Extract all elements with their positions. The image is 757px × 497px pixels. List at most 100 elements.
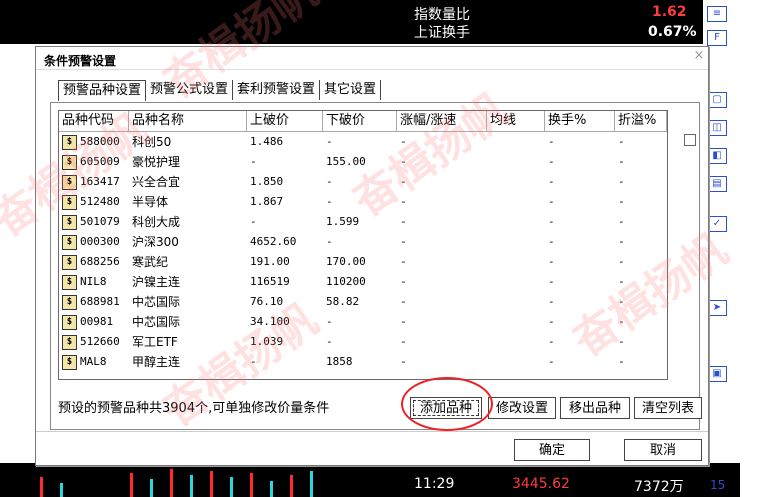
cell-lower: 155.00 [326, 155, 366, 168]
modify-settings-button[interactable]: 修改设置 [488, 397, 556, 419]
stock-icon: $ [62, 335, 77, 350]
cell-ma [487, 332, 490, 352]
option-checkbox[interactable] [684, 134, 696, 146]
tab-arbitrage-settings[interactable]: 套利预警设置 [233, 80, 321, 100]
cell-premium: - [618, 135, 625, 148]
stock-icon: $ [62, 315, 77, 330]
cell-lower: - [326, 175, 333, 188]
column-header-change[interactable]: 涨幅/涨速 [397, 111, 487, 131]
cell-code: $605009 [59, 152, 120, 172]
cell-ma [487, 172, 490, 192]
column-header-lower-price[interactable]: 下破价 [323, 111, 397, 131]
column-header-name[interactable]: 品种名称 [129, 111, 247, 131]
cell-change: - [400, 175, 407, 188]
cell-code: $688256 [59, 252, 120, 272]
toolbar-f10-icon[interactable]: F [707, 30, 727, 46]
cell-change: - [400, 215, 407, 228]
remove-symbol-button[interactable]: 移出品种 [560, 397, 630, 419]
cell-premium: - [618, 275, 625, 288]
cell-turnover: - [548, 195, 555, 208]
cell-turnover: - [548, 315, 555, 328]
tab-formula-settings[interactable]: 预警公式设置 [146, 80, 234, 100]
volume-bar [310, 471, 313, 497]
cell-code: $588000 [59, 132, 120, 152]
column-header-upper-price[interactable]: 上破价 [247, 111, 323, 131]
ticker-label-turnover: 上证换手 [414, 25, 470, 41]
cell-name: 豪悦护理 [132, 155, 181, 169]
tab-other-settings[interactable]: 其它设置 [320, 80, 382, 100]
list-scrollbar[interactable] [667, 110, 683, 378]
table-row[interactable]: $512660 军工ETF 1.039 - - - - [59, 332, 667, 352]
cell-ma [487, 232, 490, 252]
table-row[interactable]: $ MAL8 甲醇主连 - 1858 - - - [59, 352, 667, 372]
cell-ma [487, 152, 490, 172]
cell-upper: 1.486 [250, 135, 284, 148]
cell-code: $ NIL8 [59, 272, 107, 292]
table-row[interactable]: $163417 兴全合宜 1.850 - - - - [59, 172, 667, 192]
close-icon[interactable]: × [692, 49, 706, 63]
cancel-button[interactable]: 取消 [624, 439, 702, 461]
symbol-list[interactable]: 品种代码 品种名称 上破价 下破价 涨幅/涨速 均线 换手% 折溢% $5880… [58, 110, 668, 380]
bottom-time: 11:29 [414, 476, 455, 492]
cell-turnover: - [548, 335, 555, 348]
table-row[interactable]: $588000 科创50 1.486 - - - - [59, 132, 667, 152]
cell-ma [487, 212, 490, 232]
toolbar-arrow-icon[interactable]: ➤ [707, 300, 727, 316]
cell-premium: - [618, 255, 625, 268]
table-row[interactable]: $605009 豪悦护理 - 155.00 - - - [59, 152, 667, 172]
cell-ma [487, 252, 490, 272]
stock-icon: $ [62, 215, 77, 230]
cell-change: - [400, 275, 407, 288]
cell-change: - [400, 235, 407, 248]
cell-upper: 1.039 [250, 335, 284, 348]
table-row[interactable]: $000300 沪深300 4652.60 - - - - [59, 232, 667, 252]
table-row[interactable]: $501079 科创大成 - 1.599 - - - [59, 212, 667, 232]
toolbar-check-icon[interactable]: ✓ [707, 216, 727, 232]
toolbar-grid-icon[interactable]: ▤ [707, 176, 727, 192]
cell-name: 中芯国际 [132, 315, 181, 329]
cell-change: - [400, 255, 407, 268]
volume-bar [150, 479, 153, 497]
cell-lower: 170.00 [326, 255, 366, 268]
cell-ma [487, 312, 490, 332]
toolbar-chart-icon[interactable]: ◧ [707, 148, 727, 164]
cell-code: $ MAL8 [59, 352, 107, 372]
cell-turnover: - [548, 295, 555, 308]
tab-symbol-settings[interactable]: 预警品种设置 [58, 80, 147, 101]
table-row[interactable]: $512480 半导体 1.867 - - - - [59, 192, 667, 212]
cell-change: - [400, 335, 407, 348]
stock-icon: $ [62, 195, 77, 210]
column-header-turnover[interactable]: 换手% [545, 111, 615, 131]
stock-icon: $ [62, 175, 77, 190]
cell-upper: 1.850 [250, 175, 284, 188]
bottom-index-value: 3445.62 [512, 476, 570, 492]
cell-turnover: - [548, 215, 555, 228]
table-row[interactable]: $688256 寒武纪 191.00 170.00 - - - [59, 252, 667, 272]
list-header: 品种代码 品种名称 上破价 下破价 涨幅/涨速 均线 换手% 折溢% [59, 111, 667, 132]
stock-icon: $ [62, 355, 77, 370]
table-row[interactable]: $688981 中芯国际 76.10 58.82 - - - [59, 292, 667, 312]
cell-turnover: - [548, 255, 555, 268]
toolbar-zoom-icon[interactable]: ◫ [707, 120, 727, 136]
ticker-value-turnover: 0.67% [648, 24, 697, 40]
footer-divider [36, 431, 708, 432]
ok-button[interactable]: 确定 [514, 439, 590, 461]
column-header-code[interactable]: 品种代码 [59, 111, 129, 131]
cell-code: $163417 [59, 172, 120, 192]
cell-change: - [400, 295, 407, 308]
alert-settings-dialog: 条件预警设置 × 预警品种设置 预警公式设置 套利预警设置 其它设置 品种代码 … [35, 46, 709, 466]
column-header-ma[interactable]: 均线 [487, 111, 545, 131]
clear-list-button[interactable]: 清空列表 [634, 397, 702, 419]
cell-change: - [400, 195, 407, 208]
table-row[interactable]: $00981 中芯国际 34.100 - - - - [59, 312, 667, 332]
toolbar-list-icon[interactable]: ≡ [707, 6, 727, 22]
cell-ma [487, 192, 490, 212]
stock-icon: $ [62, 295, 77, 310]
column-header-premium[interactable]: 折溢% [615, 111, 667, 131]
cell-code: $512480 [59, 192, 120, 212]
cell-premium: - [618, 335, 625, 348]
volume-bar [270, 481, 273, 497]
table-row[interactable]: $ NIL8 沪镍主连 116519 110200 - - - [59, 272, 667, 292]
toolbar-page-icon[interactable]: ▣ [707, 366, 727, 382]
toolbar-doc-icon[interactable]: ▢ [707, 92, 727, 108]
